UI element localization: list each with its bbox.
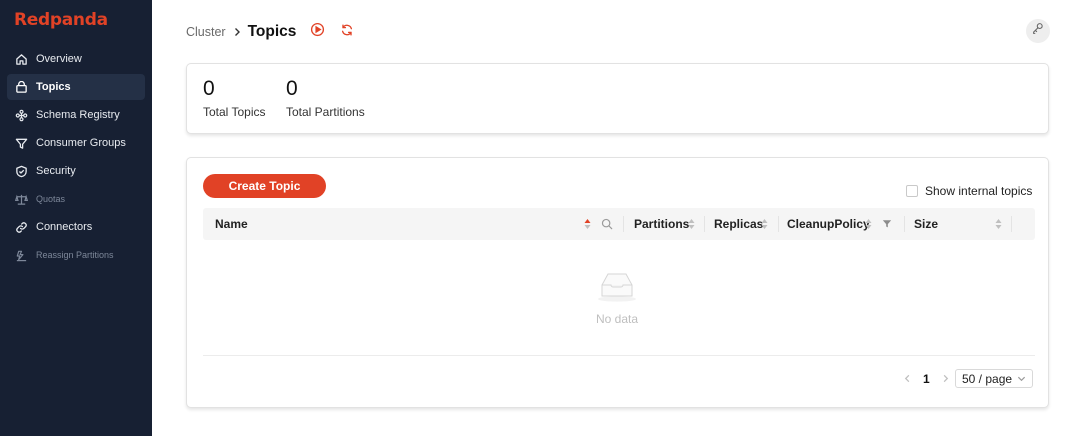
column-divider [704, 216, 705, 232]
stat-value: 0 [286, 77, 298, 100]
scale-icon [15, 193, 28, 206]
funnel-icon [15, 137, 28, 150]
page-header: Cluster Topics [186, 20, 359, 44]
chevron-right-icon [941, 370, 950, 388]
table-divider [203, 355, 1035, 356]
next-page-button[interactable] [940, 373, 952, 385]
column-divider [623, 216, 624, 232]
sidebar-item-label: Overview [36, 53, 82, 65]
sidebar-item-schema-registry[interactable]: Schema Registry [7, 102, 145, 128]
home-icon [15, 53, 28, 66]
column-divider [778, 216, 779, 232]
chevron-down-icon [1017, 376, 1026, 382]
refresh-button[interactable] [335, 20, 359, 44]
breadcrumb-cluster[interactable]: Cluster [186, 25, 226, 39]
sidebar-item-label: Quotas [36, 194, 66, 204]
column-divider [1011, 216, 1012, 232]
topics-icon [15, 80, 28, 94]
sidebar-item-consumer-groups[interactable]: Consumer Groups [7, 130, 145, 156]
empty-state: No data [577, 270, 657, 326]
sidebar-item-quotas: Quotas [7, 186, 145, 212]
sort-icon[interactable] [761, 218, 768, 230]
chevron-right-icon [232, 27, 242, 37]
column-header-name[interactable]: Name [215, 208, 248, 240]
sidebar-item-label: Reassign Partitions [36, 250, 114, 260]
sort-icon[interactable] [995, 218, 1002, 230]
show-internal-topics-toggle[interactable]: Show internal topics [906, 184, 1032, 198]
empty-text: No data [595, 312, 639, 326]
play-button[interactable] [305, 20, 329, 44]
sidebar-item-overview[interactable]: Overview [7, 46, 145, 72]
page-size-value: 50 / page [962, 371, 1013, 386]
sidebar-item-label: Consumer Groups [36, 137, 126, 149]
pagination: 1 [901, 370, 952, 388]
play-circle-icon [310, 22, 325, 42]
sidebar: Redpanda Overview Topics Schema Registry… [0, 0, 152, 436]
show-internal-label: Show internal topics [925, 184, 1033, 198]
empty-inbox-icon [596, 273, 638, 306]
sort-icon[interactable] [584, 218, 591, 230]
create-topic-button[interactable]: Create Topic [203, 174, 326, 198]
sidebar-item-reassign-partitions: Reassign Partitions [7, 242, 145, 268]
topics-table-card: Create Topic Show internal topics Name P… [186, 157, 1049, 408]
brand-logo[interactable]: Redpanda [14, 10, 108, 30]
stats-card: 0 Total Topics 0 Total Partitions [186, 63, 1049, 134]
sidebar-item-label: Topics [36, 81, 71, 93]
filter-icon[interactable] [879, 216, 895, 232]
sort-icon[interactable] [688, 218, 695, 230]
reassign-icon [15, 249, 28, 262]
column-header-replicas[interactable]: Replicas [714, 208, 763, 240]
refresh-icon [340, 23, 354, 42]
sidebar-item-connectors[interactable]: Connectors [7, 214, 145, 240]
link-icon [15, 221, 28, 234]
sidebar-item-topics[interactable]: Topics [7, 74, 145, 100]
page-number-current[interactable]: 1 [923, 372, 930, 386]
column-header-size[interactable]: Size [914, 208, 938, 240]
sidebar-nav: Overview Topics Schema Registry Consumer… [7, 46, 145, 270]
stat-value: 0 [203, 77, 215, 100]
stat-total-partitions: 0 Total Partitions [286, 76, 365, 119]
table-header: Name Partitions Replicas CleanupPolicy S… [203, 208, 1035, 240]
column-header-partitions[interactable]: Partitions [634, 208, 689, 240]
column-divider [904, 216, 905, 232]
user-settings-icon [1032, 22, 1045, 40]
page-title: Topics [247, 23, 297, 40]
chevron-left-icon [903, 370, 912, 388]
show-internal-checkbox[interactable] [906, 185, 918, 197]
sidebar-item-label: Security [36, 165, 76, 177]
sidebar-item-label: Connectors [36, 221, 93, 233]
prev-page-button[interactable] [901, 373, 913, 385]
user-settings-button[interactable] [1026, 19, 1050, 43]
column-header-cleanup-policy[interactable]: CleanupPolicy [787, 208, 870, 240]
search-icon[interactable] [599, 216, 615, 232]
shield-icon [15, 165, 28, 178]
stat-label: Total Partitions [286, 105, 365, 119]
stat-total-topics: 0 Total Topics [203, 76, 265, 119]
sidebar-item-security[interactable]: Security [7, 158, 145, 184]
stat-label: Total Topics [203, 105, 266, 119]
sort-icon[interactable] [865, 218, 872, 230]
schema-icon [15, 109, 28, 122]
page-size-select[interactable]: 50 / page [955, 369, 1033, 388]
sidebar-item-label: Schema Registry [36, 109, 120, 121]
